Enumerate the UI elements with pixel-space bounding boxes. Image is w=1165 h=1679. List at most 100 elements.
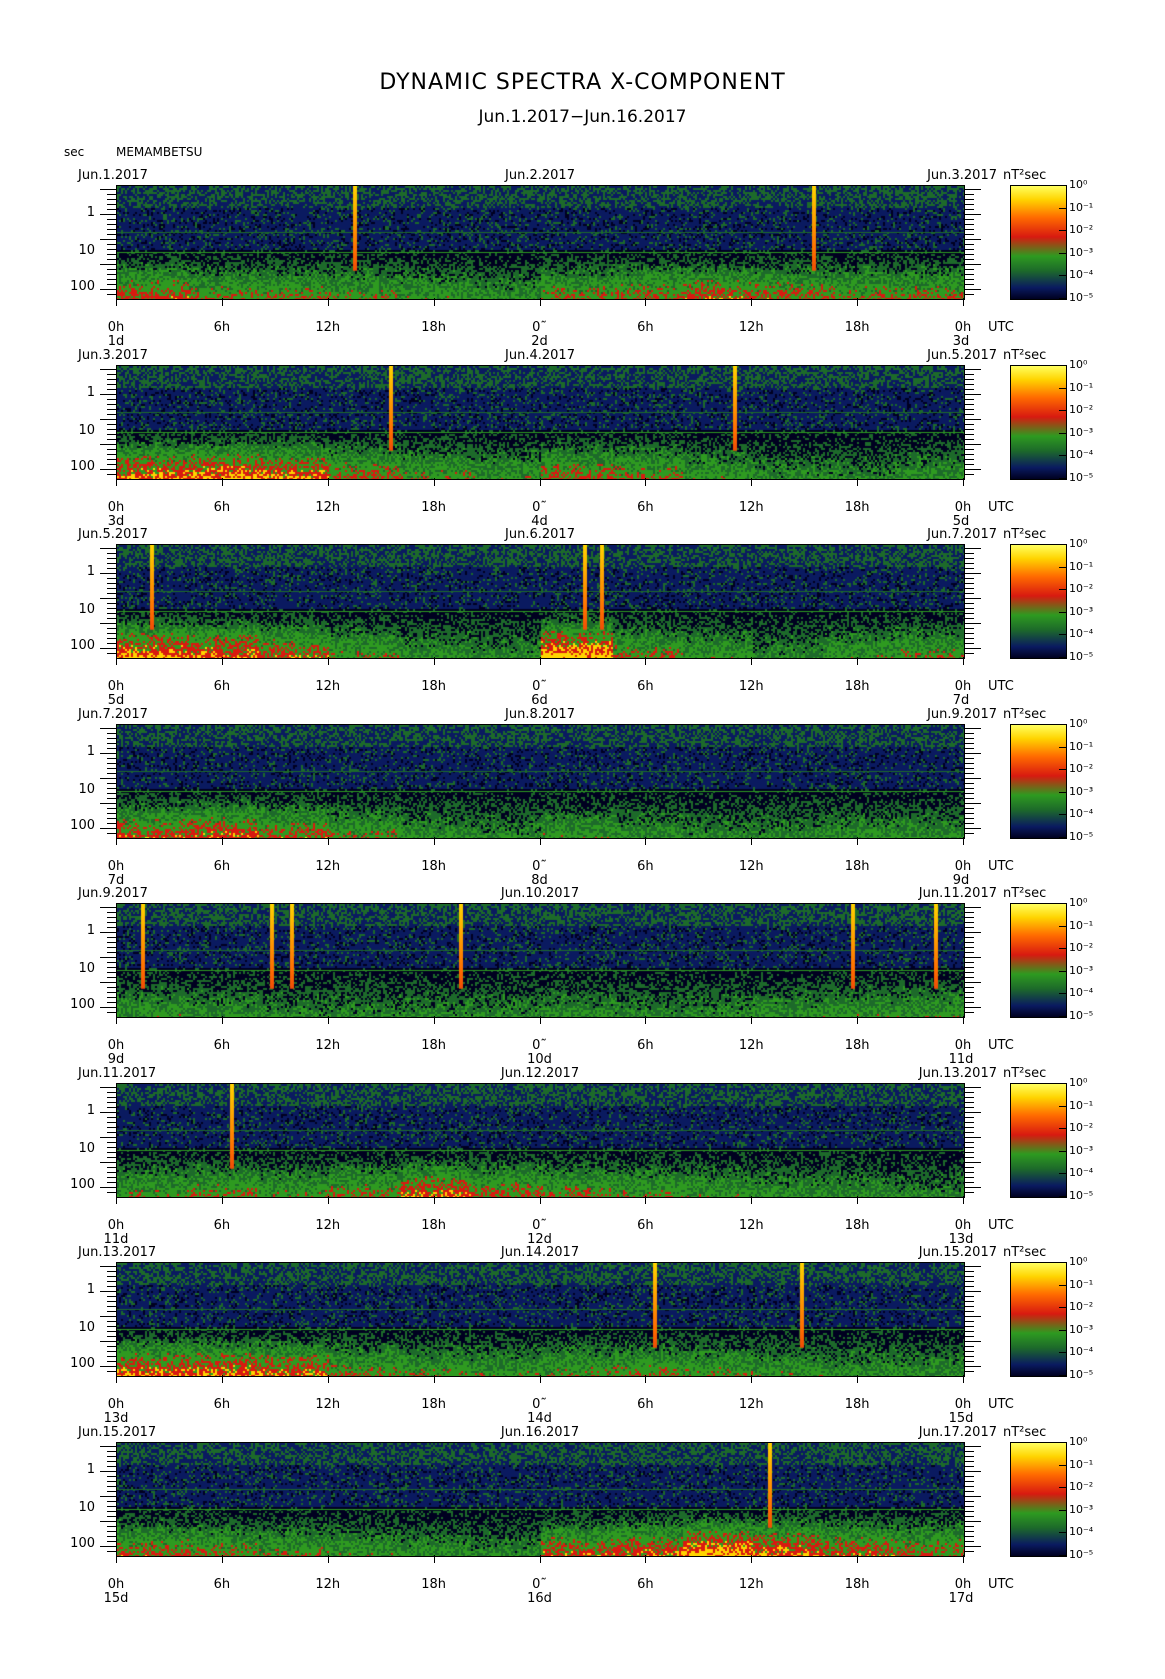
x-tick-label: 12h [738,1218,764,1233]
y-minor-tick [100,214,116,215]
colorbar-tick [1059,1083,1067,1084]
y-minor-tick [965,1266,981,1267]
y-minor-tick [965,982,981,983]
y-minor-tick [100,753,116,754]
y-minor-tick [965,444,981,445]
y-minor-tick [107,783,116,784]
x-tick [221,1375,223,1383]
colorbar-tick-label: 10⁻² [1069,762,1094,776]
y-minor-tick [965,1182,974,1183]
colorbar-tick [1059,1173,1067,1175]
utc-label: UTC [988,1397,1014,1412]
colorbar [1010,185,1067,300]
y-minor-tick [965,553,974,554]
y-minor-tick [107,254,116,255]
y-tick-label: 10 [78,1140,95,1156]
x-tick [751,1555,753,1563]
y-minor-tick [107,1306,116,1307]
y-minor-tick [965,429,974,430]
y-minor-tick [100,394,116,395]
y-minor-tick [965,1127,974,1128]
colorbar-unit: nT²sec [1003,168,1047,183]
y-minor-tick [965,464,974,465]
day-right-label: 15d [948,1411,974,1426]
y-minor-tick [965,449,974,450]
x-tick-label: 12h [738,1397,764,1412]
y-minor-tick [100,1266,116,1267]
y-minor-tick [965,1336,974,1337]
y-minor-tick [965,1456,974,1457]
x-tick [327,298,329,306]
x-tick-label: 0h [107,679,125,694]
y-minor-tick [107,1356,116,1357]
y-minor-tick [107,912,116,913]
x-tick-label: 6h [213,1397,231,1412]
colorbar-tick [1059,410,1067,412]
y-minor-tick [965,1092,974,1093]
x-tick [116,1016,117,1024]
colorbar-tick-label: 10⁻⁴ [1069,1166,1094,1180]
colorbar-tick-label: 10⁰ [1069,1076,1088,1089]
x-tick-label: 12h [315,500,341,515]
x-tick [751,1016,753,1024]
y-minor-tick [107,962,116,963]
y-minor-tick [965,548,981,549]
x-tick-label: 18h [844,1038,870,1053]
colorbar-tick [1059,544,1067,545]
y-minor-tick [107,389,116,390]
y-minor-tick [107,1531,116,1532]
colorbar-tick-label: 10⁻² [1069,1480,1094,1494]
x-tick-label: 18h [421,1218,447,1233]
y-minor-tick [107,194,116,195]
y-minor-tick [965,369,981,370]
y-minor-tick [107,1476,116,1477]
y-minor-tick [107,1331,116,1332]
y-minor-tick [965,1536,974,1537]
y-minor-tick [965,264,981,265]
y-minor-tick [107,942,116,943]
colorbar-tick-label: 10⁻³ [1069,963,1094,977]
y-minor-tick [107,454,116,455]
panel-date-right: Jun.5.2017 [927,348,997,363]
y-minor-tick [965,1501,974,1502]
colorbar-tick [1059,1329,1067,1331]
y-minor-tick [965,214,981,215]
x-tick-label: 0h [107,1218,125,1233]
y-minor-tick [107,1157,116,1158]
y-minor-tick [100,419,116,420]
y-axis-ticks [100,903,116,1016]
colorbar-tick-label: 10⁻⁴ [1069,1345,1094,1359]
y-minor-tick [965,1097,974,1098]
day-right-label: 17d [948,1591,974,1606]
y-minor-tick [107,1506,116,1507]
y-minor-tick [965,1142,974,1143]
colorbar-tick [1059,814,1067,816]
colorbar [1010,1442,1067,1557]
y-minor-tick [965,808,974,809]
y-minor-tick [107,1177,116,1178]
x-tick-label: 0h [107,1577,125,1592]
y-minor-tick [107,798,116,799]
y-minor-tick [965,947,974,948]
x-tick [539,298,541,306]
y-axis-ticks [100,544,116,657]
y-minor-tick [107,1107,116,1108]
y-minor-tick [107,434,116,435]
colorbar-tick [1059,455,1067,457]
y-minor-tick [107,1092,116,1093]
y-minor-tick [965,1521,981,1522]
panel-date-left: Jun.3.2017 [78,348,148,363]
y-minor-tick [965,798,974,799]
y-minor-tick [107,1486,116,1487]
colorbar-tick-label: 10⁻⁵ [1069,471,1094,484]
y-minor-tick [965,818,974,819]
y-minor-tick [965,394,981,395]
y-axis-ticks [100,1083,116,1196]
y-minor-tick [965,603,974,604]
colorbar-tick [1059,791,1067,793]
y-minor-tick [965,1296,974,1297]
y-minor-tick [107,937,116,938]
y-minor-tick [107,1301,116,1302]
y-minor-tick [965,763,974,764]
x-tick [645,837,647,845]
